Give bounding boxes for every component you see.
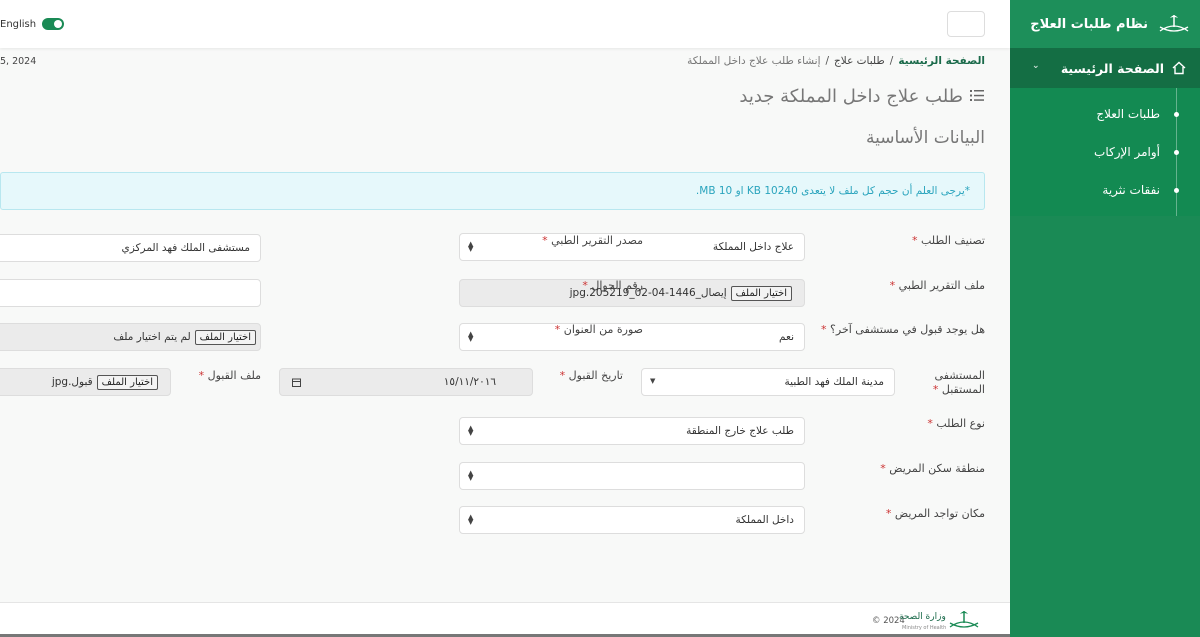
sort-arrows-icon: ▲ ▼ xyxy=(468,513,474,526)
language-label: English xyxy=(0,18,37,30)
file-size-alert: *يرجى العلم أن حجم كل ملف لا يتعدى 10240… xyxy=(0,172,985,210)
sidebar-item-treatment-requests[interactable]: طلبات العلاج xyxy=(1096,107,1160,121)
report-source-label: مصدر التقرير الطبي * xyxy=(542,234,643,247)
breadcrumb-separator: / xyxy=(825,55,830,67)
medical-report-file-label: ملف التقرير الطبي * xyxy=(889,279,985,292)
sidebar-header: نظام طلبات العلاج xyxy=(1010,0,1200,48)
breadcrumb-current: إنشاء طلب علاج داخل المملكة xyxy=(687,55,821,67)
breadcrumb-home[interactable]: الصفحة الرئيسية xyxy=(898,55,985,67)
acceptance-date-input[interactable]: ١٥/١١/٢٠١٦ xyxy=(279,368,533,396)
address-image-file-input[interactable]: اختيار الملف لم يتم اختيار ملف xyxy=(0,323,261,351)
sidebar-item-label: الصفحة الرئيسية xyxy=(1060,60,1164,76)
sort-arrows-icon: ▲ ▼ xyxy=(468,330,474,343)
patient-location-select[interactable]: داخل المملكة ▲ ▼ xyxy=(459,506,805,534)
mobile-number-input[interactable] xyxy=(0,279,261,307)
ministry-name: وزارة الصحة xyxy=(899,612,946,622)
list-icon xyxy=(970,90,984,101)
sort-arrows-icon: ▲ ▼ xyxy=(468,469,474,482)
sidebar-item-incidental-expenses[interactable]: نفقات نثرية xyxy=(1102,183,1160,197)
mobile-number-label: رقم الجوال * xyxy=(582,279,643,292)
saudi-emblem-icon xyxy=(1159,15,1189,32)
section-title: البيانات الأساسية xyxy=(866,128,985,148)
sidebar-item-home[interactable]: ⌄ الصفحة الرئيسية xyxy=(1010,48,1200,88)
app-title: نظام طلبات العلاج xyxy=(1030,16,1148,32)
sidebar-item-boarding-orders[interactable]: أوامر الإركاب xyxy=(1094,145,1160,159)
acceptance-file-label: ملف القبول * xyxy=(198,369,261,382)
request-category-label: تصنيف الطلب * xyxy=(912,234,985,247)
sort-arrows-icon: ▲ ▼ xyxy=(468,424,474,437)
submenu-dot xyxy=(1174,112,1179,117)
breadcrumb: الصفحة الرئيسية / طلبات علاج / إنشاء طلب… xyxy=(687,55,985,67)
acceptance-file-input[interactable]: اختيار الملف قبول.jpg xyxy=(0,368,171,396)
caret-down-icon: ▼ xyxy=(650,377,656,385)
language-toggle[interactable] xyxy=(42,18,65,30)
sort-arrows-icon: ▲ ▼ xyxy=(468,240,474,253)
request-type-select[interactable]: طلب علاج خارج المنطقة ▲ ▼ xyxy=(459,417,805,445)
footer: © 2024 وزارة الصحة Ministry of Health xyxy=(0,602,1010,637)
chevron-down-icon: ⌄ xyxy=(1032,61,1040,71)
patient-region-select[interactable]: ▲ ▼ xyxy=(459,462,805,490)
page-title: طلب علاج داخل المملكة جديد xyxy=(739,86,963,107)
choose-file-button[interactable]: اختيار الملف xyxy=(194,329,256,345)
breadcrumb-treatment-requests[interactable]: طلبات علاج xyxy=(834,55,885,67)
request-type-label: نوع الطلب * xyxy=(927,417,985,430)
report-source-input[interactable]: مستشفى الملك فهد المركزي xyxy=(0,234,261,262)
submenu-dot xyxy=(1174,150,1179,155)
choose-file-button[interactable]: اختيار الملف xyxy=(730,285,792,301)
home-icon xyxy=(1172,61,1186,75)
acceptance-date-label: تاريخ القبول * xyxy=(559,369,623,382)
top-bar: English xyxy=(0,0,1010,48)
breadcrumb-separator: / xyxy=(889,55,894,67)
language-switch[interactable]: English xyxy=(0,18,65,30)
patient-location-label: مكان تواجد المريض * xyxy=(885,507,985,520)
receiving-hospital-select[interactable]: مدينة الملك فهد الطبية ▼ xyxy=(641,368,895,396)
calendar-icon[interactable] xyxy=(292,378,301,387)
receiving-hospital-label: المستشفى المستقبل * xyxy=(932,369,985,396)
menu-toggle-button[interactable] xyxy=(947,11,985,37)
sidebar: نظام طلبات العلاج ⌄ الصفحة الرئيسية طلبا… xyxy=(1010,0,1200,637)
choose-file-button[interactable]: اختيار الملف xyxy=(96,374,158,390)
ministry-logo-icon xyxy=(949,611,979,628)
patient-region-label: منطقة سكن المريض * xyxy=(880,462,985,475)
sidebar-submenu: طلبات العلاج أوامر الإركاب نفقات نثرية xyxy=(1010,88,1200,216)
ministry-name-english: Ministry of Health xyxy=(902,625,947,631)
submenu-dot xyxy=(1174,188,1179,193)
date-text: 5, 2024 xyxy=(0,56,37,67)
other-acceptance-label: هل يوجد قبول في مستشفى آخر؟ * xyxy=(821,323,985,336)
address-image-label: صورة من العنوان * xyxy=(554,323,643,336)
